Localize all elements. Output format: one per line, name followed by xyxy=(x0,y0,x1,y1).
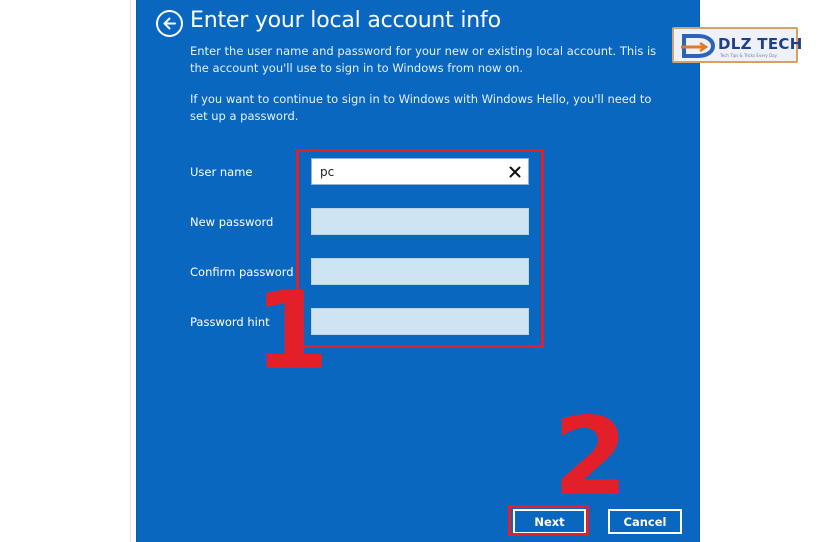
screenshot-stage: Enter your local account info Enter the … xyxy=(0,0,840,542)
username-label: User name xyxy=(190,165,253,179)
step-number-1: 1 xyxy=(254,269,330,394)
brand-name: DLZ TECH xyxy=(718,35,803,53)
brand-tagline: Tech Tips & Tricks Every Day xyxy=(720,53,777,58)
back-button[interactable] xyxy=(156,10,183,37)
windows-hello-paragraph: If you want to continue to sign in to Wi… xyxy=(190,92,652,123)
intro-paragraph: Enter the user name and password for you… xyxy=(190,44,657,75)
step-number-2: 2 xyxy=(553,395,629,520)
page-title: Enter your local account info xyxy=(190,8,501,33)
new-password-label: New password xyxy=(190,215,274,229)
dlz-logo-icon xyxy=(681,34,716,58)
watermark-logo: DLZ TECH Tech Tips & Tricks Every Day xyxy=(672,27,802,63)
form-highlight-box xyxy=(296,149,544,348)
back-arrow-icon xyxy=(163,17,176,30)
left-edge-line xyxy=(130,0,131,542)
